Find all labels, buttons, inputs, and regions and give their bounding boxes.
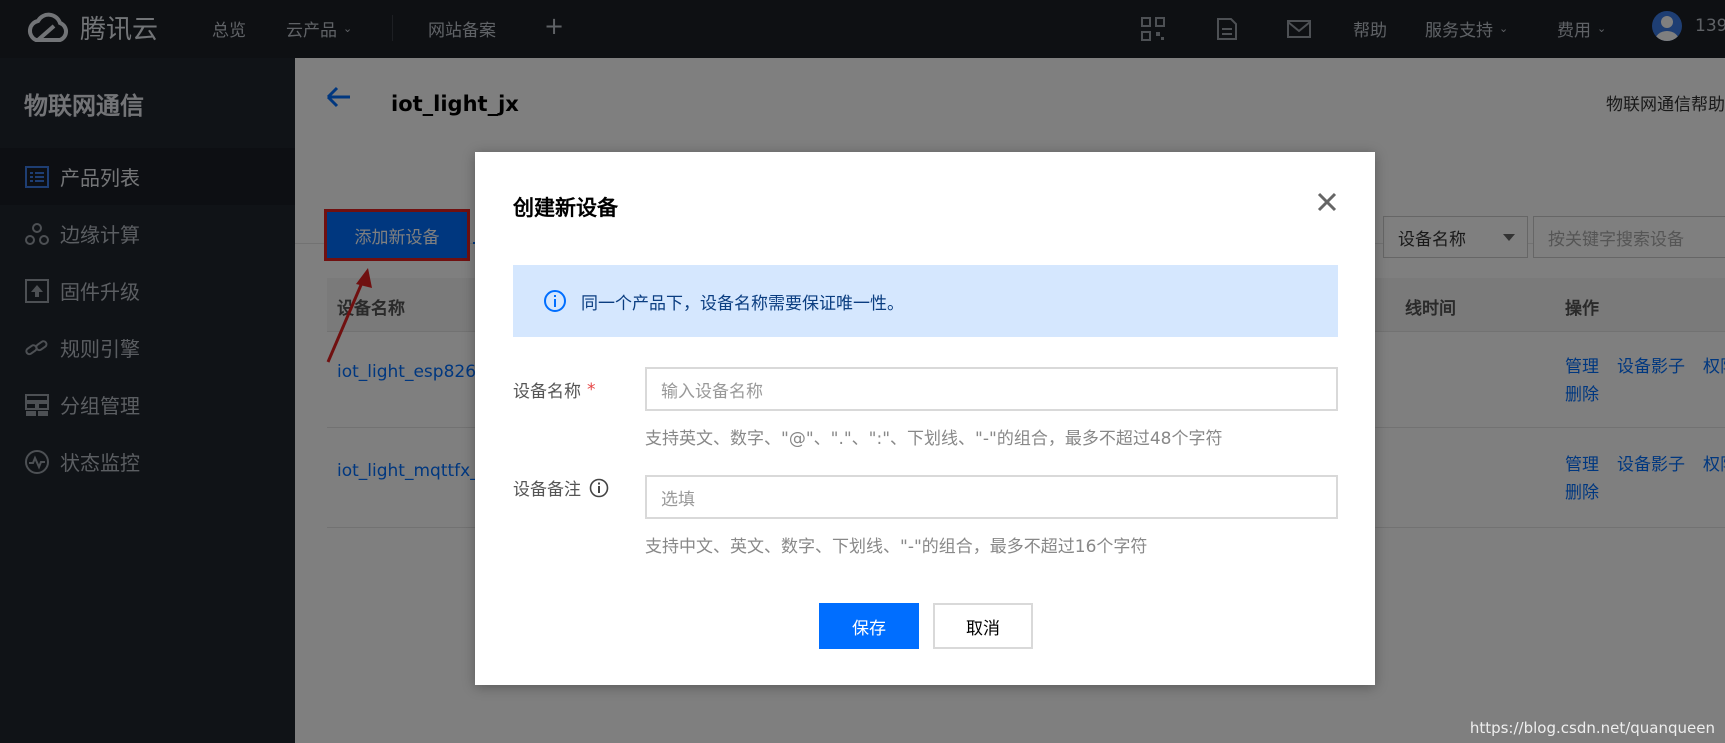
create-device-dialog: 创建新设备 同一个产品下，设备名称需要保证唯一性。 设备名称 * 输入设备名称 …: [475, 152, 1375, 685]
help-icon[interactable]: [589, 478, 609, 498]
required-marker: *: [587, 379, 596, 400]
info-banner: 同一个产品下，设备名称需要保证唯一性。: [513, 265, 1338, 337]
save-button[interactable]: 保存: [819, 603, 919, 649]
watermark: https://blog.csdn.net/quanqueen: [1469, 719, 1715, 737]
cancel-button[interactable]: 取消: [933, 603, 1033, 649]
device-name-label: 设备名称 *: [513, 377, 596, 403]
device-remark-input[interactable]: 选填: [645, 475, 1338, 519]
info-text: 同一个产品下，设备名称需要保证唯一性。: [581, 293, 904, 314]
device-remark-label: 设备备注: [513, 475, 609, 500]
device-name-label-text: 设备名称: [513, 382, 581, 402]
dialog-title: 创建新设备: [513, 196, 618, 220]
device-name-input[interactable]: 输入设备名称: [645, 367, 1338, 411]
close-icon[interactable]: [1315, 190, 1339, 214]
device-name-hint: 支持英文、数字、"@"、"."、":"、下划线、"-"的组合，最多不超过48个字…: [645, 429, 1223, 449]
device-remark-hint: 支持中文、英文、数字、下划线、"-"的组合，最多不超过16个字符: [645, 537, 1148, 557]
info-icon: [544, 290, 566, 312]
device-remark-label-text: 设备备注: [513, 480, 581, 500]
